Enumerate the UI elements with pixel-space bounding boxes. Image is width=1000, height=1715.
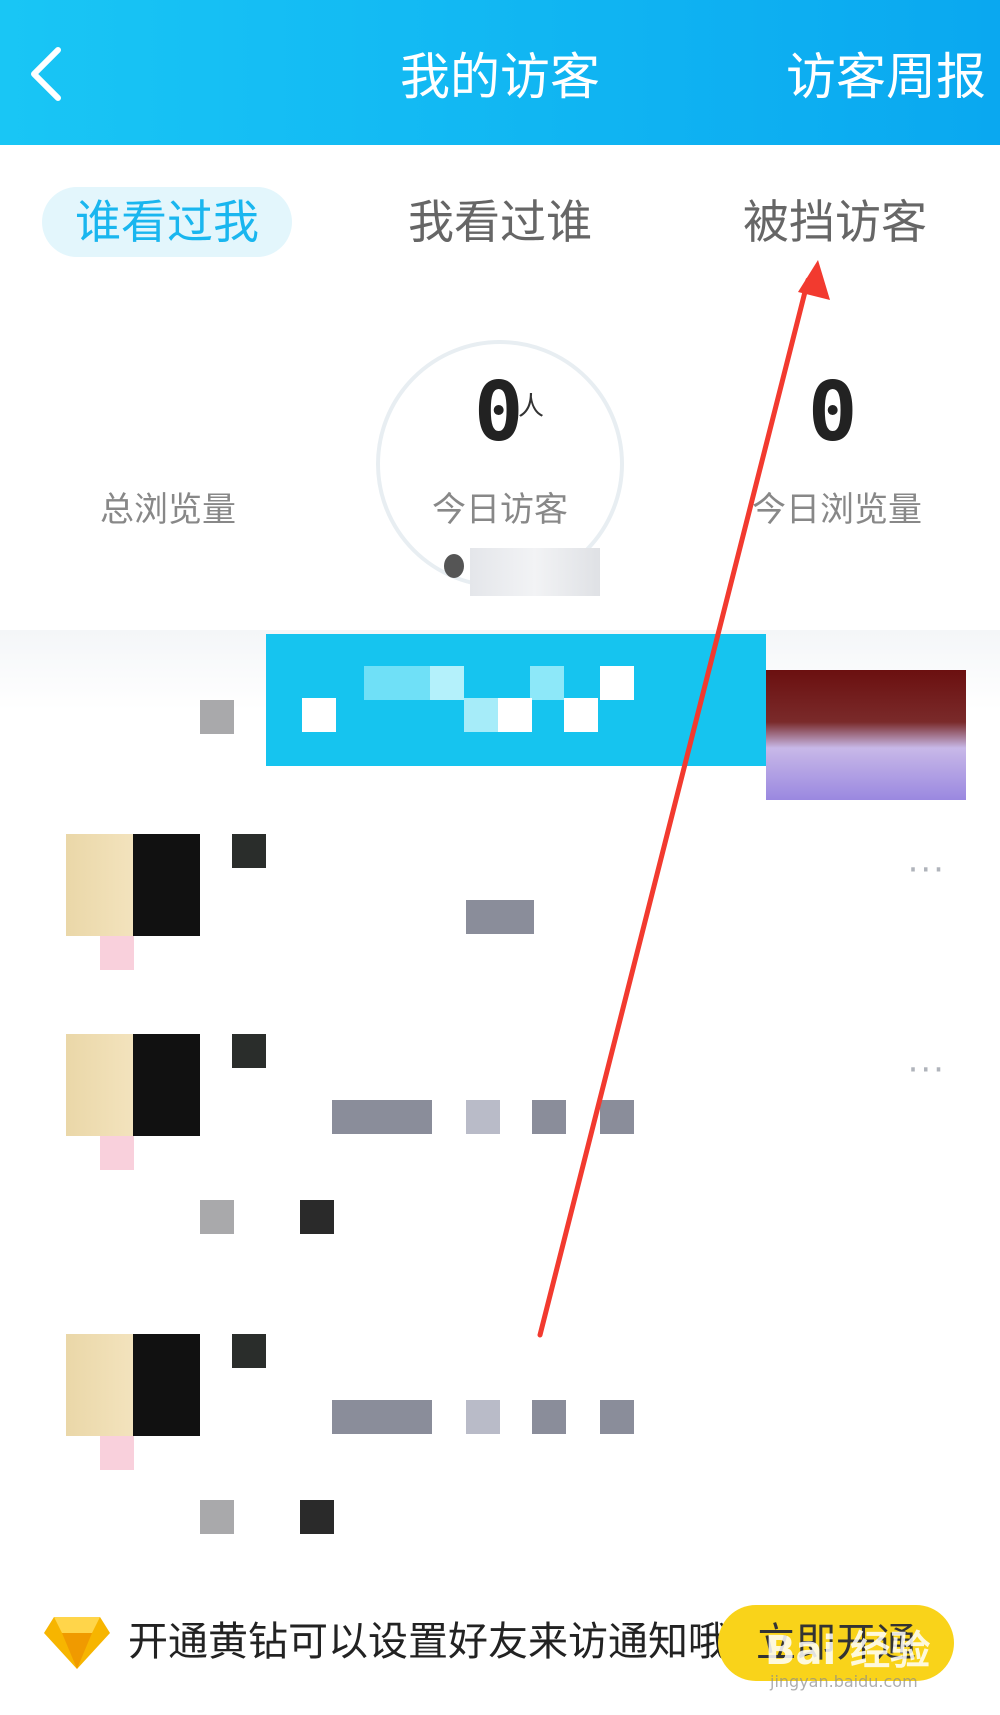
redacted-text xyxy=(200,1200,234,1234)
avatar xyxy=(66,1034,200,1136)
redacted-gift-image xyxy=(766,670,966,800)
tab-who-i-viewed[interactable]: 我看过谁 xyxy=(385,187,615,257)
more-options-button[interactable]: ··· xyxy=(908,850,946,890)
visitor-list-item[interactable]: ··· xyxy=(0,1030,1000,1250)
more-options-button[interactable]: ··· xyxy=(908,1050,946,1090)
watermark-logo: Bai 经验 xyxy=(765,1628,931,1674)
redacted-text xyxy=(300,1500,334,1534)
redacted-name xyxy=(232,1034,266,1068)
redacted-text xyxy=(600,1100,634,1134)
tab-blocked-visitors[interactable]: 被挡访客 xyxy=(720,187,950,257)
redacted-text xyxy=(300,1200,334,1234)
redacted-text xyxy=(332,1400,432,1434)
today-visitors-unit: 人 xyxy=(518,392,545,422)
avatar xyxy=(66,1334,200,1436)
redacted-name xyxy=(232,1334,266,1368)
redacted-text xyxy=(466,1100,500,1134)
visitor-list-item[interactable]: ··· xyxy=(0,830,1000,990)
redacted-text xyxy=(200,1500,234,1534)
redacted-text xyxy=(332,1100,432,1134)
redacted-id-mosaic xyxy=(470,548,600,596)
redacted-banner[interactable] xyxy=(266,634,766,766)
yellow-diamond-icon xyxy=(44,1617,110,1669)
watermark-url: jingyan.baidu.com xyxy=(770,1672,918,1691)
today-visitors-label: 今日访客 xyxy=(432,490,568,530)
tab-bar: 谁看过我 我看过谁 被挡访客 xyxy=(0,165,1000,275)
today-views-count: 0 xyxy=(808,365,858,460)
mosaic-block xyxy=(100,936,134,970)
mosaic-block xyxy=(530,666,564,700)
redacted-text xyxy=(466,1400,500,1434)
weekly-report-link[interactable]: 访客周报 xyxy=(786,44,986,110)
promo-text: 开通黄钻可以设置好友来访通知哦 xyxy=(128,1619,728,1665)
today-visitors-count: 0 xyxy=(474,365,524,460)
mosaic-block xyxy=(364,666,430,700)
mosaic-block xyxy=(100,1436,134,1470)
total-views-label: 总浏览量 xyxy=(100,490,236,530)
mosaic-block xyxy=(302,698,336,732)
mosaic-block xyxy=(100,1136,134,1170)
redacted-mosaic xyxy=(200,700,234,734)
header-bar: 我的访客 访客周报 xyxy=(0,0,1000,145)
mosaic-block xyxy=(600,666,634,700)
redacted-text xyxy=(466,900,534,934)
qq-penguin-icon xyxy=(444,554,464,578)
redacted-text xyxy=(600,1400,634,1434)
tab-who-viewed-me[interactable]: 谁看过我 xyxy=(42,187,292,257)
redacted-text xyxy=(532,1100,566,1134)
stats-panel: 总浏览量 0 人 今日访客 0 今日浏览量 xyxy=(0,320,1000,620)
mosaic-block xyxy=(564,698,598,732)
avatar xyxy=(66,834,200,936)
redacted-name xyxy=(232,834,266,868)
visitor-list-item[interactable] xyxy=(0,1330,1000,1550)
mosaic-block xyxy=(498,698,532,732)
today-views-label: 今日浏览量 xyxy=(752,490,922,530)
redacted-text xyxy=(532,1400,566,1434)
mosaic-block xyxy=(430,666,464,700)
